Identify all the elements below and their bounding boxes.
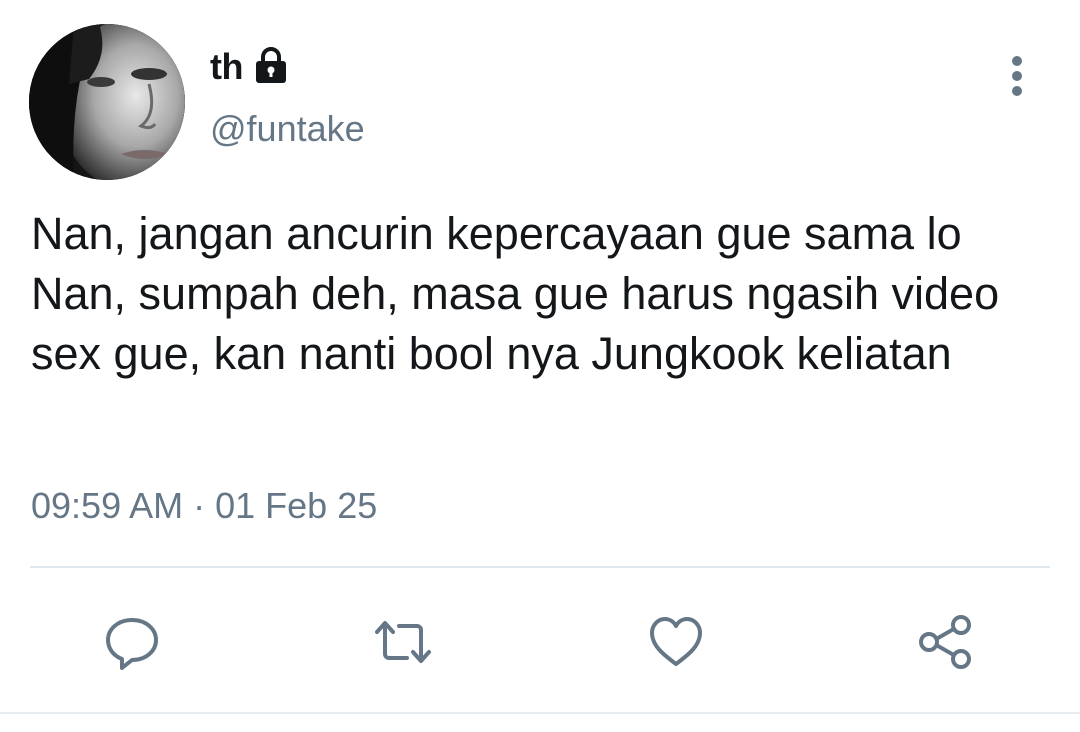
- retweet-icon: [375, 621, 431, 663]
- comment-icon: [106, 618, 158, 670]
- tweet-actions: [0, 600, 1080, 680]
- user-handle[interactable]: @funtake: [210, 108, 365, 150]
- avatar-image: [29, 24, 185, 180]
- reply-button[interactable]: [100, 610, 164, 674]
- avatar[interactable]: [29, 24, 185, 180]
- share-button[interactable]: [913, 610, 977, 674]
- bottom-divider: [0, 712, 1080, 714]
- meta-separator: ·: [193, 485, 206, 526]
- tweet-time: 09:59 AM: [31, 485, 184, 526]
- tweet-meta: 09:59 AM · 01 Feb 25: [31, 485, 377, 527]
- share-icon: [919, 615, 971, 669]
- heart-icon: [650, 617, 702, 666]
- retweet-button[interactable]: [371, 610, 435, 674]
- display-name[interactable]: th: [210, 46, 243, 88]
- lock-icon: [251, 45, 291, 85]
- like-button[interactable]: [644, 610, 708, 674]
- tweet-date: 01 Feb 25: [215, 485, 378, 526]
- tweet-text: Nan, jangan ancurin kepercayaan gue sama…: [31, 208, 1000, 379]
- more-options-icon[interactable]: [1002, 55, 1032, 97]
- display-name-row: th: [210, 44, 291, 90]
- divider: [30, 566, 1050, 568]
